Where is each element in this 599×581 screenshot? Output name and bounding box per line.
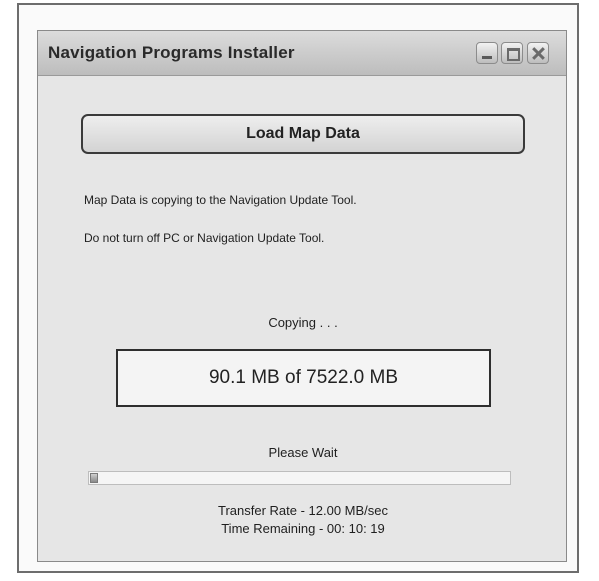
minimize-icon[interactable] [476, 42, 498, 64]
window-title: Navigation Programs Installer [48, 43, 295, 62]
progress-bar-fill [90, 473, 98, 483]
maximize-icon[interactable] [501, 42, 523, 64]
status-label: Copying . . . [268, 315, 338, 330]
installer-window: Navigation Programs Installer Load Map D… [37, 30, 567, 562]
close-icon[interactable] [527, 42, 549, 64]
copy-message: Map Data is copying to the Navigation Up… [84, 193, 357, 207]
wait-label: Please Wait [268, 445, 338, 460]
warning-message: Do not turn off PC or Navigation Update … [84, 231, 325, 245]
time-remaining: Time Remaining - 00: 10: 19 [221, 521, 385, 536]
progress-readout: 90.1 MB of 7522.0 MB [116, 349, 491, 407]
load-map-data-button[interactable]: Load Map Data [81, 114, 525, 154]
progress-bar [88, 471, 511, 485]
title-bar[interactable]: Navigation Programs Installer [38, 31, 566, 76]
transfer-rate: Transfer Rate - 12.00 MB/sec [217, 503, 389, 518]
